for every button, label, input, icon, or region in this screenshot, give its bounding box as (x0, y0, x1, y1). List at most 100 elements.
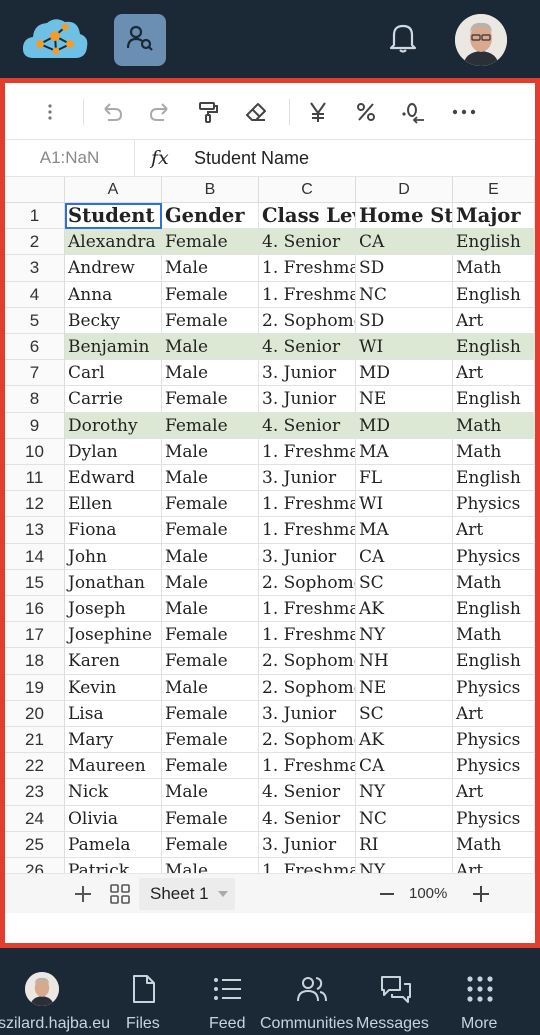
cell-c26[interactable]: 1. Freshman (259, 858, 356, 873)
more-vertical-icon[interactable] (35, 97, 65, 127)
cell-c21[interactable]: 2. Sophomore (259, 727, 356, 754)
row-header[interactable]: 3 (5, 255, 65, 282)
cell-a21[interactable]: Mary (65, 727, 162, 754)
cell-e5[interactable]: Art (453, 307, 535, 334)
percent-icon[interactable] (351, 97, 381, 127)
cell-a23[interactable]: Nick (65, 779, 162, 806)
cell-a13[interactable]: Fiona (65, 517, 162, 544)
cell-c1[interactable]: Class Level (259, 203, 356, 230)
cell-c4[interactable]: 1. Freshman (259, 281, 356, 308)
row-header[interactable]: 16 (5, 596, 65, 623)
cell-a16[interactable]: Joseph (65, 596, 162, 623)
cell-d18[interactable]: NH (356, 648, 453, 675)
cell-d6[interactable]: WI (356, 334, 453, 361)
cell-d16[interactable]: AK (356, 596, 453, 623)
column-header-e[interactable]: E (453, 177, 535, 203)
decrease-decimal-icon[interactable] (399, 97, 429, 127)
cell-e16[interactable]: English (453, 596, 535, 623)
more-horizontal-icon[interactable] (449, 97, 479, 127)
cell-d14[interactable]: CA (356, 543, 453, 570)
nav-item-messages[interactable]: Messages (352, 948, 440, 1035)
sheet-tab[interactable]: Sheet 1 (139, 878, 235, 910)
row-header[interactable]: 15 (5, 569, 65, 596)
cell-b7[interactable]: Male (162, 360, 259, 387)
cell-b8[interactable]: Female (162, 386, 259, 413)
cell-d22[interactable]: CA (356, 753, 453, 780)
cell-b4[interactable]: Female (162, 281, 259, 308)
nav-item-more[interactable]: More (456, 948, 504, 1035)
cell-b16[interactable]: Male (162, 596, 259, 623)
nav-item-communities[interactable]: Communities (260, 948, 362, 1035)
cell-e2[interactable]: English (453, 229, 535, 256)
cell-d21[interactable]: AK (356, 727, 453, 754)
cell-e18[interactable]: English (453, 648, 535, 675)
cell-c20[interactable]: 3. Junior (259, 700, 356, 727)
cell-d19[interactable]: NE (356, 674, 453, 701)
cell-d17[interactable]: NY (356, 622, 453, 649)
add-sheet-button[interactable] (69, 878, 97, 910)
cell-a12[interactable]: Ellen (65, 491, 162, 518)
cell-e20[interactable]: Art (453, 700, 535, 727)
cell-c3[interactable]: 1. Freshman (259, 255, 356, 282)
cell-e14[interactable]: Physics (453, 543, 535, 570)
cell-b18[interactable]: Female (162, 648, 259, 675)
row-header[interactable]: 4 (5, 281, 65, 308)
cell-a24[interactable]: Olivia (65, 805, 162, 832)
cell-c14[interactable]: 3. Junior (259, 543, 356, 570)
column-header-b[interactable]: B (162, 177, 259, 203)
row-header[interactable]: 6 (5, 334, 65, 361)
cell-c22[interactable]: 1. Freshman (259, 753, 356, 780)
cell-e26[interactable]: Art (453, 858, 535, 873)
cell-a8[interactable]: Carrie (65, 386, 162, 413)
cell-b10[interactable]: Male (162, 438, 259, 465)
cell-e23[interactable]: Art (453, 779, 535, 806)
cell-b25[interactable]: Female (162, 831, 259, 858)
cell-b19[interactable]: Male (162, 674, 259, 701)
cell-a9[interactable]: Dorothy (65, 412, 162, 439)
cell-e13[interactable]: Art (453, 517, 535, 544)
cell-a15[interactable]: Jonathan (65, 569, 162, 596)
row-header[interactable]: 18 (5, 648, 65, 675)
row-header[interactable]: 10 (5, 438, 65, 465)
cell-b13[interactable]: Female (162, 517, 259, 544)
cell-b2[interactable]: Female (162, 229, 259, 256)
cell-a17[interactable]: Josephine (65, 622, 162, 649)
cell-b20[interactable]: Female (162, 700, 259, 727)
select-all-corner[interactable] (5, 177, 65, 203)
cell-a26[interactable]: Patrick (65, 858, 162, 873)
cell-c18[interactable]: 2. Sophomore (259, 648, 356, 675)
column-header-a[interactable]: A (65, 177, 162, 203)
cell-c15[interactable]: 2. Sophomore (259, 569, 356, 596)
cell-b9[interactable]: Female (162, 412, 259, 439)
cell-a20[interactable]: Lisa (65, 700, 162, 727)
cell-b24[interactable]: Female (162, 805, 259, 832)
row-header[interactable]: 25 (5, 831, 65, 858)
cell-b11[interactable]: Male (162, 465, 259, 492)
cell-e12[interactable]: Physics (453, 491, 535, 518)
column-header-d[interactable]: D (356, 177, 453, 203)
row-header[interactable]: 23 (5, 779, 65, 806)
cell-e15[interactable]: Math (453, 569, 535, 596)
row-header[interactable]: 13 (5, 517, 65, 544)
cell-a18[interactable]: Karen (65, 648, 162, 675)
cell-c7[interactable]: 3. Junior (259, 360, 356, 387)
cell-c6[interactable]: 4. Senior (259, 334, 356, 361)
cell-e8[interactable]: English (453, 386, 535, 413)
cell-b14[interactable]: Male (162, 543, 259, 570)
cell-e19[interactable]: Physics (453, 674, 535, 701)
cell-c12[interactable]: 1. Freshman (259, 491, 356, 518)
row-header[interactable]: 11 (5, 465, 65, 492)
row-header[interactable]: 14 (5, 543, 65, 570)
cell-e10[interactable]: Math (453, 438, 535, 465)
cell-a6[interactable]: Benjamin (65, 334, 162, 361)
row-header[interactable]: 17 (5, 622, 65, 649)
cell-a2[interactable]: Alexandra (65, 229, 162, 256)
cell-d15[interactable]: SC (356, 569, 453, 596)
row-header[interactable]: 7 (5, 360, 65, 387)
cell-c9[interactable]: 4. Senior (259, 412, 356, 439)
cell-b3[interactable]: Male (162, 255, 259, 282)
cell-c17[interactable]: 1. Freshman (259, 622, 356, 649)
row-header[interactable]: 1 (5, 203, 65, 230)
paint-format-icon[interactable] (193, 97, 223, 127)
redo-icon[interactable] (145, 97, 175, 127)
